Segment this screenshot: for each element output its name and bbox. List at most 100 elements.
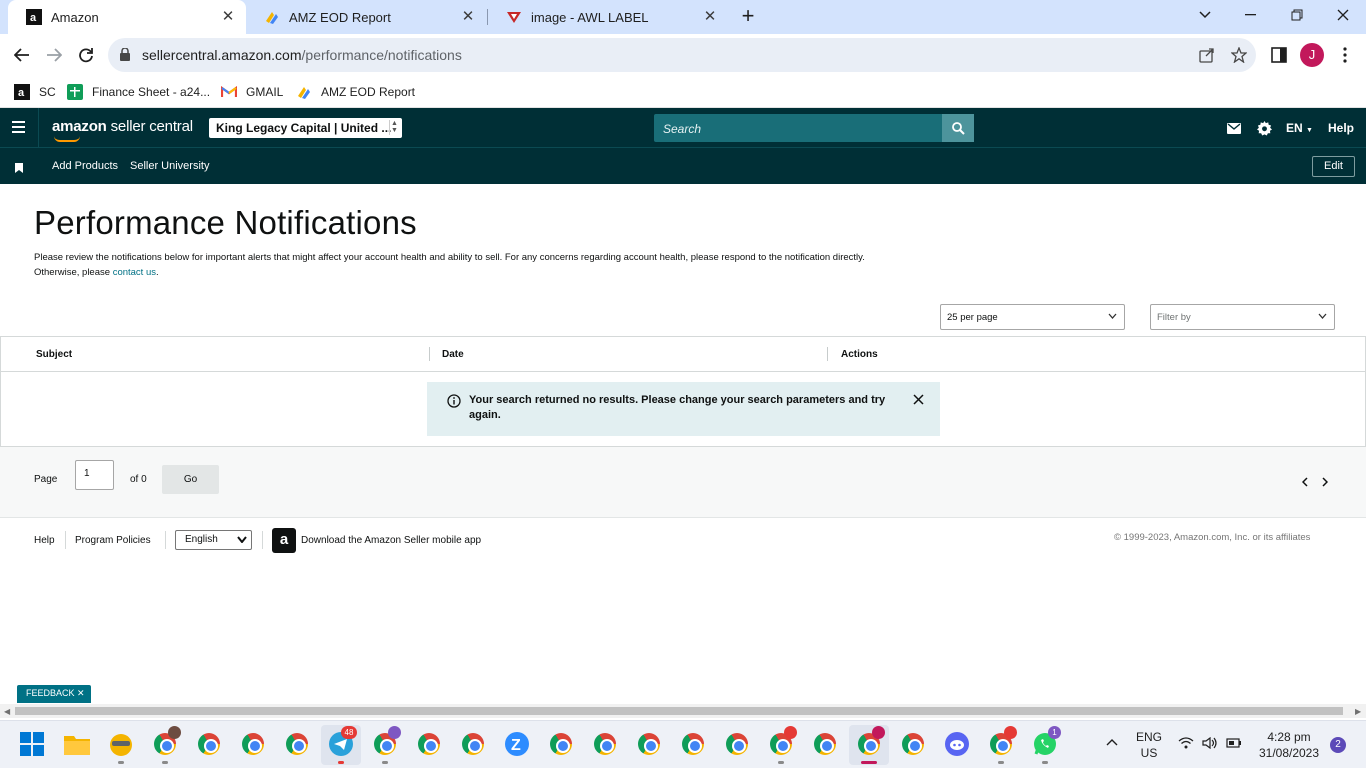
chrome-profile-icon[interactable] (723, 730, 751, 758)
profile-avatar[interactable]: J (1300, 43, 1324, 67)
show-hidden-icons-chevron-icon[interactable] (1106, 735, 1118, 749)
share-icon[interactable] (1198, 46, 1216, 64)
edit-button[interactable]: Edit (1312, 156, 1355, 177)
bookmark-gmail[interactable]: GMAIL (221, 82, 283, 102)
clock-time[interactable]: 4:28 pm (1256, 730, 1322, 744)
footer-help-link[interactable]: Help (34, 535, 55, 546)
telegram-icon[interactable]: 48 (327, 726, 357, 764)
next-page-chevron-icon[interactable] (1319, 475, 1331, 489)
scroll-right-arrow-icon[interactable]: ▶ (1355, 707, 1361, 716)
go-button[interactable]: Go (162, 465, 219, 494)
footer-language-select[interactable]: English (175, 530, 252, 550)
telegram-unread-badge: 48 (341, 726, 357, 739)
chrome-profile-icon[interactable] (987, 726, 1017, 764)
chrome-profile-icon[interactable] (459, 730, 487, 758)
mail-icon[interactable] (1226, 120, 1242, 136)
new-tab-plus-icon[interactable]: + (736, 5, 760, 29)
settings-gear-icon[interactable] (1256, 120, 1272, 136)
wifi-icon[interactable] (1178, 737, 1194, 752)
windows-start-icon[interactable] (18, 730, 46, 758)
account-switcher[interactable]: King Legacy Capital | United ... ▲ ▼ (209, 118, 402, 138)
lock-icon[interactable] (120, 47, 130, 66)
back-arrow-icon[interactable] (8, 41, 36, 69)
bookmark-sc[interactable]: a SC (14, 82, 56, 102)
previous-page-chevron-icon[interactable] (1299, 475, 1311, 489)
chrome-profile-icon[interactable] (679, 730, 707, 758)
address-bar[interactable]: sellercentral.amazon.com/performance/not… (108, 38, 1256, 72)
column-actions[interactable]: Actions (841, 349, 878, 360)
chrome-profile-icon[interactable] (811, 730, 839, 758)
chrome-profile-icon[interactable] (899, 730, 927, 758)
running-indicator (162, 761, 168, 764)
app-character-icon[interactable] (107, 730, 135, 764)
file-explorer-icon[interactable] (63, 730, 91, 758)
chrome-profile-icon[interactable] (415, 730, 443, 758)
column-date[interactable]: Date (442, 349, 464, 360)
feedback-button[interactable]: FEEDBACK ✕ (17, 685, 91, 703)
chrome-profile-icon[interactable] (283, 730, 311, 758)
chrome-profile-icon[interactable] (151, 726, 181, 764)
filter-by-select[interactable]: Filter by (1150, 304, 1335, 330)
notification-count-badge[interactable]: 2 (1330, 737, 1346, 753)
subnav-add-products[interactable]: Add Products (52, 160, 118, 172)
filter-placeholder: Filter by (1157, 312, 1191, 323)
chrome-profile-icon[interactable] (371, 726, 401, 764)
reload-icon[interactable] (72, 41, 100, 69)
bookmarks-bar: a SC Finance Sheet - a24... GMAIL AMZ EO… (0, 76, 1366, 108)
bookmark-amz-eod-report[interactable]: AMZ EOD Report (296, 82, 415, 102)
zoom-icon[interactable]: Z (503, 730, 531, 758)
bookmark-icon[interactable] (15, 160, 23, 178)
tab-awl-label[interactable]: image - AWL LABEL ✕ (488, 0, 728, 34)
page-number-input[interactable]: 1 (75, 460, 114, 490)
chrome-profile-icon[interactable] (591, 730, 619, 758)
language-code: EN (1286, 121, 1303, 135)
chrome-profile-icon[interactable] (239, 730, 267, 758)
battery-icon[interactable] (1226, 737, 1242, 752)
svg-text:a: a (30, 12, 37, 24)
help-link[interactable]: Help (1328, 121, 1354, 135)
contact-us-link[interactable]: contact us (113, 267, 156, 278)
language-selector[interactable]: EN ▼ (1286, 121, 1313, 135)
input-language-bottom[interactable]: US (1136, 746, 1162, 760)
header-search-input[interactable]: Search (654, 114, 942, 142)
hamburger-menu-icon[interactable] (12, 121, 25, 136)
close-tab-icon[interactable]: ✕ (220, 9, 236, 25)
column-subject[interactable]: Subject (36, 349, 72, 360)
chrome-profile-icon[interactable] (767, 726, 797, 764)
input-language-top[interactable]: ENG (1136, 730, 1162, 744)
bookmark-finance-sheet[interactable]: Finance Sheet - a24... (67, 82, 210, 102)
scroll-left-arrow-icon[interactable]: ◀ (4, 707, 10, 716)
tab-amazon[interactable]: a Amazon ✕ (8, 0, 246, 34)
side-panel-icon[interactable] (1270, 46, 1288, 64)
browser-menu-kebab-icon[interactable] (1336, 46, 1354, 64)
per-page-select[interactable]: 25 per page (940, 304, 1125, 330)
volume-icon[interactable] (1202, 736, 1218, 752)
chrome-active-profile-icon[interactable] (855, 726, 885, 764)
close-tab-icon[interactable]: ✕ (702, 9, 718, 25)
image-favicon-icon (506, 9, 522, 25)
whatsapp-icon[interactable]: 1 (1031, 726, 1061, 764)
footer-program-policies-link[interactable]: Program Policies (75, 535, 151, 546)
subnav-seller-university[interactable]: Seller University (130, 160, 209, 172)
clock-date[interactable]: 31/08/2023 (1256, 746, 1322, 760)
search-button[interactable] (942, 114, 974, 142)
chrome-profile-icon[interactable] (635, 730, 663, 758)
forward-arrow-icon[interactable] (40, 41, 68, 69)
discord-icon[interactable] (943, 730, 971, 758)
bookmark-star-icon[interactable] (1230, 46, 1248, 64)
close-tab-icon[interactable]: ✕ (460, 9, 476, 25)
minimize-icon[interactable] (1228, 0, 1274, 30)
horizontal-scrollbar[interactable]: ◀ ▶ (0, 704, 1366, 718)
window-close-icon[interactable] (1320, 0, 1366, 30)
close-feedback-icon[interactable]: ✕ (77, 688, 85, 698)
chrome-profile-icon[interactable] (547, 730, 575, 758)
tab-search-chevron-icon[interactable] (1182, 0, 1228, 30)
scrollbar-thumb[interactable] (15, 707, 1343, 715)
amazon-seller-app-icon[interactable]: a (272, 528, 296, 553)
restore-icon[interactable] (1274, 0, 1320, 30)
chrome-profile-icon[interactable] (195, 730, 223, 758)
download-app-link[interactable]: Download the Amazon Seller mobile app (301, 535, 481, 546)
dismiss-alert-close-icon[interactable] (913, 394, 924, 410)
tab-amz-eod-report[interactable]: AMZ EOD Report ✕ (246, 0, 486, 34)
seller-central-logo[interactable]: amazon seller central (52, 118, 193, 142)
